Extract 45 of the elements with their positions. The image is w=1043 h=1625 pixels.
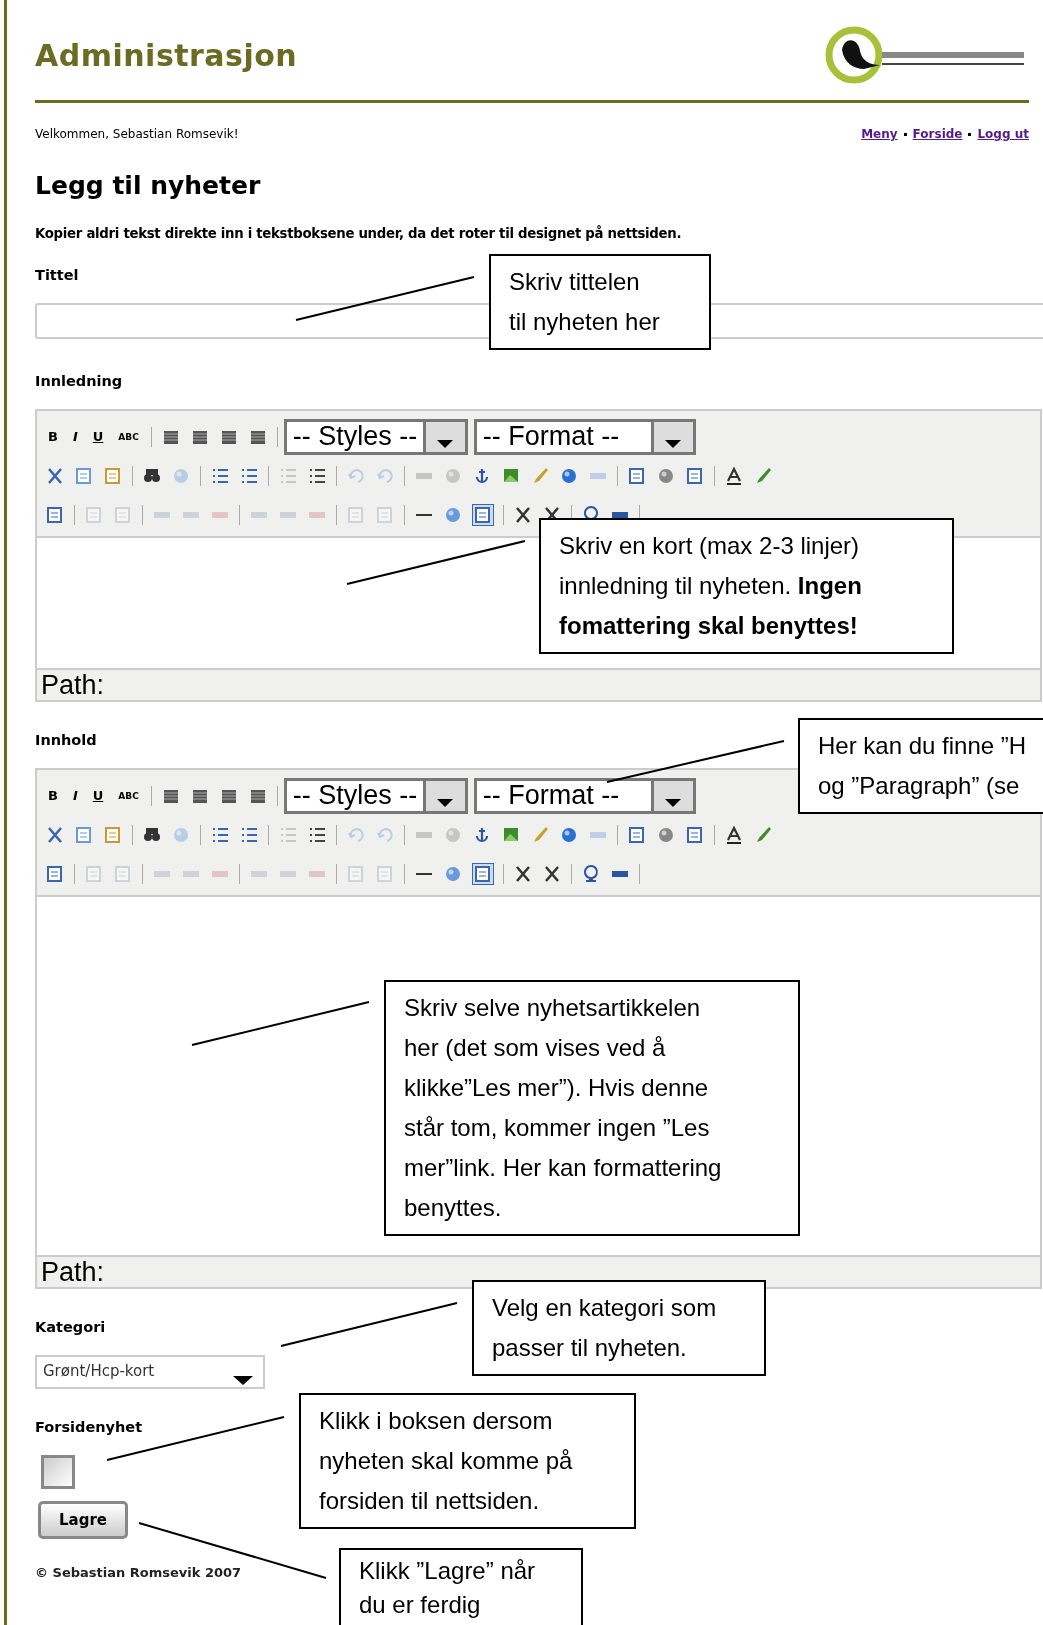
caret-icon xyxy=(437,439,454,448)
category-dropdown[interactable]: Grønt/Hcp-kort xyxy=(35,1355,265,1389)
field-label: Innledning xyxy=(35,373,123,389)
format-button[interactable]: ABC xyxy=(115,790,142,801)
format-button[interactable]: ABC xyxy=(115,431,142,442)
page-header-title: Administrasjon xyxy=(35,37,298,73)
callout-tooltip: Skriv tittelen til nyheten her xyxy=(489,254,711,350)
nav-link[interactable]: Forside xyxy=(912,127,963,141)
format-dropdown[interactable]: -- Format -- xyxy=(473,418,696,455)
callout-tooltip: Her kan du finne ”H og ”Paragraph” (se xyxy=(798,718,1043,814)
caret-icon xyxy=(665,798,682,807)
omega-icon[interactable] xyxy=(581,863,601,884)
welcome-text: Velkommen, Sebastian Romsevik! xyxy=(35,127,239,141)
styles-dropdown[interactable]: -- Styles -- xyxy=(283,777,468,814)
format-button[interactable]: I xyxy=(69,429,81,444)
field-label: Forsidenyhet xyxy=(35,1419,143,1435)
field-label: Innhold xyxy=(35,732,97,748)
callout-tooltip: Skriv en kort (max 2-3 linjer) innledning til nyheten. Ingen fomattering skal benyttes! xyxy=(539,518,954,654)
callout-tooltip: Klikk ”Lagre” når du er ferdig xyxy=(339,1548,583,1625)
format-button[interactable]: U xyxy=(89,429,107,444)
callout-tooltip: Klikk i boksen dersom nyheten skal komme på forsiden til nettsiden. xyxy=(299,1393,636,1529)
warning-text: Kopier aldri tekst direkte inn i tekstboksene under, da det roter til designet på nettsiden. xyxy=(35,226,683,241)
page-title: Legg til nyheter xyxy=(35,171,262,200)
format-button[interactable]: U xyxy=(89,788,107,803)
front-page-checkbox[interactable] xyxy=(41,1455,75,1489)
field-label: Tittel xyxy=(35,267,79,283)
field-label: Kategori xyxy=(35,1319,106,1335)
copyright-text: © Sebastian Romsevik 2007 xyxy=(35,1565,242,1580)
caret-icon xyxy=(665,439,682,448)
styles-dropdown[interactable]: -- Styles -- xyxy=(283,418,468,455)
format-dropdown[interactable]: -- Format -- xyxy=(473,777,696,814)
callout-tooltip: Velg en kategori som passer til nyheten. xyxy=(472,1280,766,1376)
text-color-icon[interactable] xyxy=(724,465,744,486)
nav-link[interactable]: Meny xyxy=(861,127,898,141)
save-button[interactable]: Lagre xyxy=(38,1501,128,1539)
format-button[interactable]: B xyxy=(45,429,61,444)
caret-icon xyxy=(437,798,454,807)
nav-link[interactable]: Logg ut xyxy=(977,127,1029,141)
path-label: Path: xyxy=(41,1257,105,1287)
path-label: Path: xyxy=(41,670,105,700)
callout-tooltip: Skriv selve nyhetsartikkelen her (det som vises ved å klikke”Les mer”). Hvis denne står tom, kommer ingen ”Les mer”link. Her kan formattering benyttes. xyxy=(384,980,800,1236)
caret-icon xyxy=(233,1376,253,1385)
format-button[interactable]: I xyxy=(69,788,81,803)
text-color-icon[interactable] xyxy=(724,824,744,845)
format-button[interactable]: B xyxy=(45,788,61,803)
